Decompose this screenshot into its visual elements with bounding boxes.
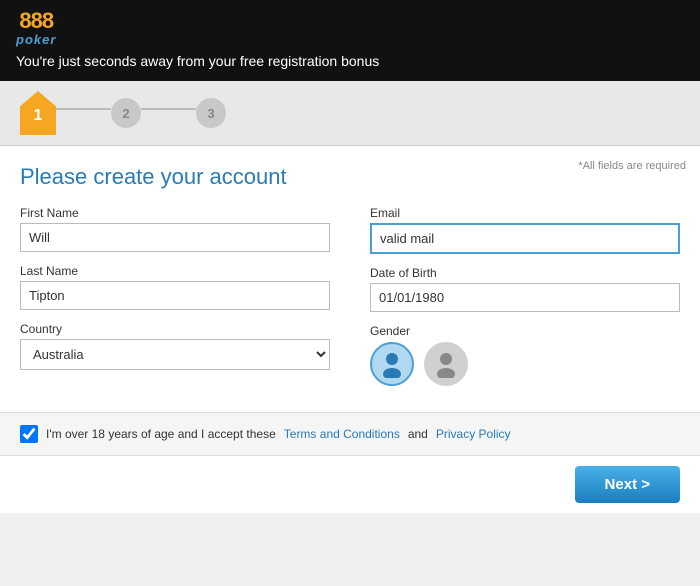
email-label: Email [370,206,680,220]
gender-row [370,342,680,386]
country-group: Country Australia United States United K… [20,322,330,370]
last-name-input[interactable] [20,281,330,310]
form-columns: First Name Last Name Country Australia U… [20,206,680,398]
female-silhouette [432,350,460,378]
logo-888-text: 888 [19,10,53,32]
gender-label: Gender [370,324,680,338]
header: 888 poker You're just seconds away from … [0,0,700,81]
dob-label: Date of Birth [370,266,680,280]
first-name-input[interactable] [20,223,330,252]
terms-text-before: I'm over 18 years of age and I accept th… [46,427,276,441]
terms-link[interactable]: Terms and Conditions [284,427,400,441]
form-col-right: Email Date of Birth Gender [370,206,680,398]
last-name-label: Last Name [20,264,330,278]
privacy-link[interactable]: Privacy Policy [436,427,511,441]
header-tagline: You're just seconds away from your free … [16,53,379,69]
terms-text-middle: and [408,427,428,441]
bottom-bar: Next > [0,456,700,513]
terms-bar: I'm over 18 years of age and I accept th… [0,412,700,456]
gender-female-icon[interactable] [424,342,468,386]
email-input[interactable] [370,223,680,254]
logo-888: 888 poker [16,10,56,47]
last-name-group: Last Name [20,264,330,310]
dob-group: Date of Birth [370,266,680,312]
next-button[interactable]: Next > [575,466,680,503]
first-name-group: First Name [20,206,330,252]
step-1-label: 1 [20,91,56,135]
step-connector-2 [141,108,196,110]
country-label: Country [20,322,330,336]
terms-checkbox[interactable] [20,425,38,443]
required-note: *All fields are required [578,160,686,172]
gender-group: Gender [370,324,680,386]
logo-container: 888 poker [16,10,58,47]
form-col-left: First Name Last Name Country Australia U… [20,206,330,398]
male-silhouette [378,350,406,378]
gender-male-icon[interactable] [370,342,414,386]
step-connector-1 [56,108,111,110]
steps-bar: 1 2 3 [0,81,700,146]
step-1: 1 [20,91,56,135]
email-group: Email [370,206,680,254]
main-content: *All fields are required Please create y… [0,146,700,412]
step-2: 2 [111,98,141,128]
country-select[interactable]: Australia United States United Kingdom C… [20,339,330,370]
step-3: 3 [196,98,226,128]
dob-input[interactable] [370,283,680,312]
first-name-label: First Name [20,206,330,220]
logo-poker-text: poker [16,32,56,47]
